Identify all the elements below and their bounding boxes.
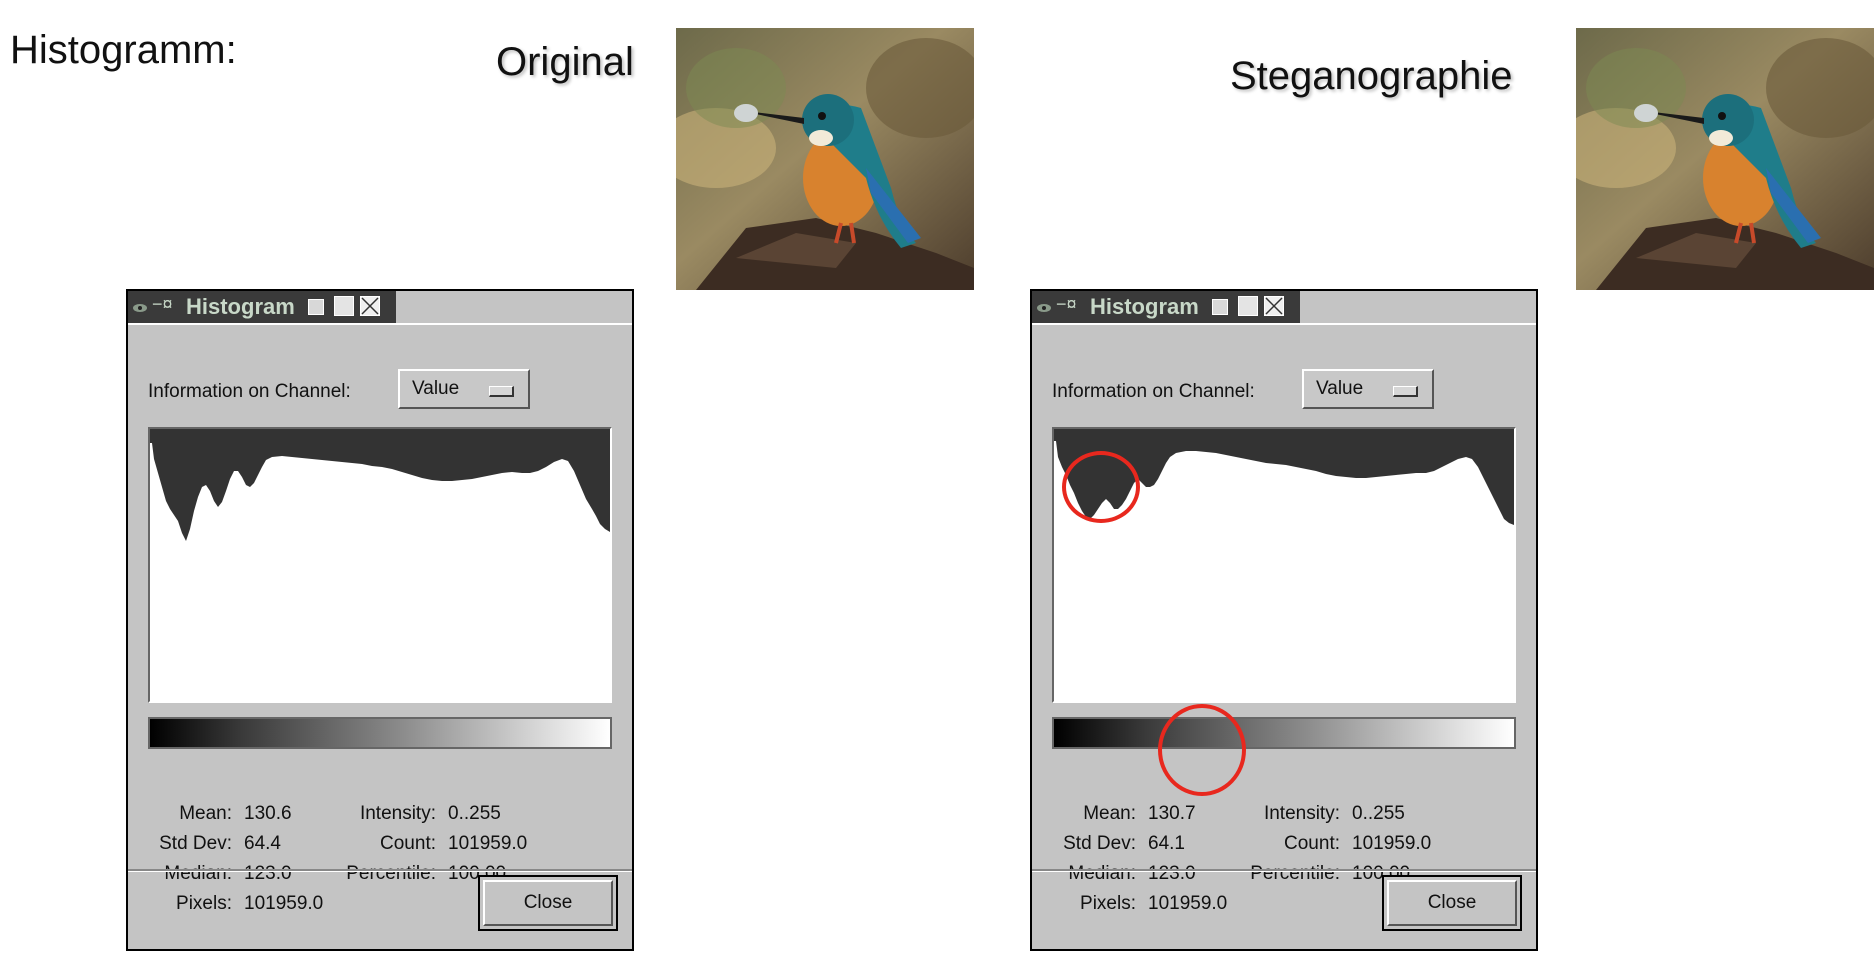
mean-label: Mean: bbox=[179, 803, 232, 824]
highlight-circle-histogram-dip bbox=[1062, 451, 1140, 523]
pin-icon[interactable]: −¤ bbox=[1056, 294, 1077, 315]
pixels-label: Pixels: bbox=[1080, 893, 1136, 914]
original-label: Original bbox=[496, 40, 634, 84]
histogram-window-stego: −¤ Histogram Information on Channel: Val… bbox=[1030, 289, 1538, 951]
highlight-circle-stats bbox=[1158, 704, 1246, 796]
close-button[interactable]: Close bbox=[1382, 875, 1522, 931]
median-label: Median: bbox=[164, 863, 232, 884]
gimp-eye-icon bbox=[133, 304, 147, 312]
titlebar-filler bbox=[1300, 291, 1536, 325]
stddev-label: Std Dev: bbox=[1063, 833, 1136, 854]
window-title: Histogram bbox=[1090, 294, 1199, 319]
option-menu-indicator-icon bbox=[1393, 386, 1418, 397]
channel-label: Information on Channel: bbox=[148, 381, 351, 402]
mean-value: 130.7 bbox=[1148, 803, 1196, 824]
stego-kingfisher-image bbox=[1576, 28, 1874, 290]
close-button[interactable]: Close bbox=[478, 875, 618, 931]
count-label: Count: bbox=[380, 833, 436, 854]
stddev-value: 64.4 bbox=[244, 833, 281, 854]
window-body: Information on Channel: Value Mean: 130.… bbox=[1032, 323, 1536, 949]
channel-select[interactable]: Value bbox=[398, 369, 530, 409]
mean-value: 130.6 bbox=[244, 803, 292, 824]
channel-select-value: Value bbox=[412, 378, 460, 399]
median-label: Median: bbox=[1068, 863, 1136, 884]
intensity-value: 0..255 bbox=[448, 803, 501, 824]
histogram-plot[interactable] bbox=[148, 427, 612, 703]
percentile-label: Percentile: bbox=[346, 863, 436, 884]
minimize-icon[interactable] bbox=[308, 299, 324, 315]
original-kingfisher-image bbox=[676, 28, 974, 290]
intensity-label: Intensity: bbox=[359, 803, 436, 824]
intensity-gradient-bar[interactable] bbox=[148, 717, 612, 749]
intensity-gradient-bar[interactable] bbox=[1052, 717, 1516, 749]
maximize-icon[interactable] bbox=[1238, 296, 1258, 316]
pixels-value: 101959.0 bbox=[244, 893, 324, 914]
histogram-area bbox=[150, 429, 610, 541]
count-value: 101959.0 bbox=[448, 833, 528, 854]
stddev-value: 64.1 bbox=[1148, 833, 1185, 854]
maximize-icon[interactable] bbox=[334, 296, 354, 316]
median-value: 123.0 bbox=[244, 863, 292, 884]
pin-icon[interactable]: −¤ bbox=[152, 294, 173, 315]
action-area-separator bbox=[128, 869, 632, 872]
percentile-label: Percentile: bbox=[1250, 863, 1340, 884]
stddev-label: Std Dev: bbox=[159, 833, 232, 854]
channel-select-value: Value bbox=[1316, 378, 1364, 399]
intensity-value: 0..255 bbox=[1352, 803, 1405, 824]
window-title: Histogram bbox=[186, 294, 295, 319]
stego-label: Steganographie bbox=[1230, 54, 1513, 98]
median-value: 123.0 bbox=[1148, 863, 1196, 884]
pixels-label: Pixels: bbox=[176, 893, 232, 914]
gimp-eye-icon bbox=[1037, 304, 1051, 312]
histogram-window-original: −¤ Histogram Information on Channel: Val… bbox=[126, 289, 634, 951]
titlebar[interactable]: −¤ Histogram bbox=[128, 291, 398, 323]
titlebar[interactable]: −¤ Histogram bbox=[1032, 291, 1302, 323]
mean-label: Mean: bbox=[1083, 803, 1136, 824]
close-icon[interactable] bbox=[360, 296, 380, 316]
option-menu-indicator-icon bbox=[489, 386, 514, 397]
count-label: Count: bbox=[1284, 833, 1340, 854]
window-body: Information on Channel: Value Mean: 130.… bbox=[128, 323, 632, 949]
channel-label: Information on Channel: bbox=[1052, 381, 1255, 402]
close-button-label: Close bbox=[1387, 880, 1517, 926]
pixels-value: 101959.0 bbox=[1148, 893, 1228, 914]
channel-select[interactable]: Value bbox=[1302, 369, 1434, 409]
close-icon[interactable] bbox=[1264, 296, 1284, 316]
close-button-label: Close bbox=[483, 880, 613, 926]
minimize-icon[interactable] bbox=[1212, 299, 1228, 315]
count-value: 101959.0 bbox=[1352, 833, 1432, 854]
slide-title: Histogramm: bbox=[10, 28, 237, 72]
action-area-separator bbox=[1032, 869, 1536, 872]
titlebar-filler bbox=[396, 291, 632, 325]
intensity-label: Intensity: bbox=[1263, 803, 1340, 824]
